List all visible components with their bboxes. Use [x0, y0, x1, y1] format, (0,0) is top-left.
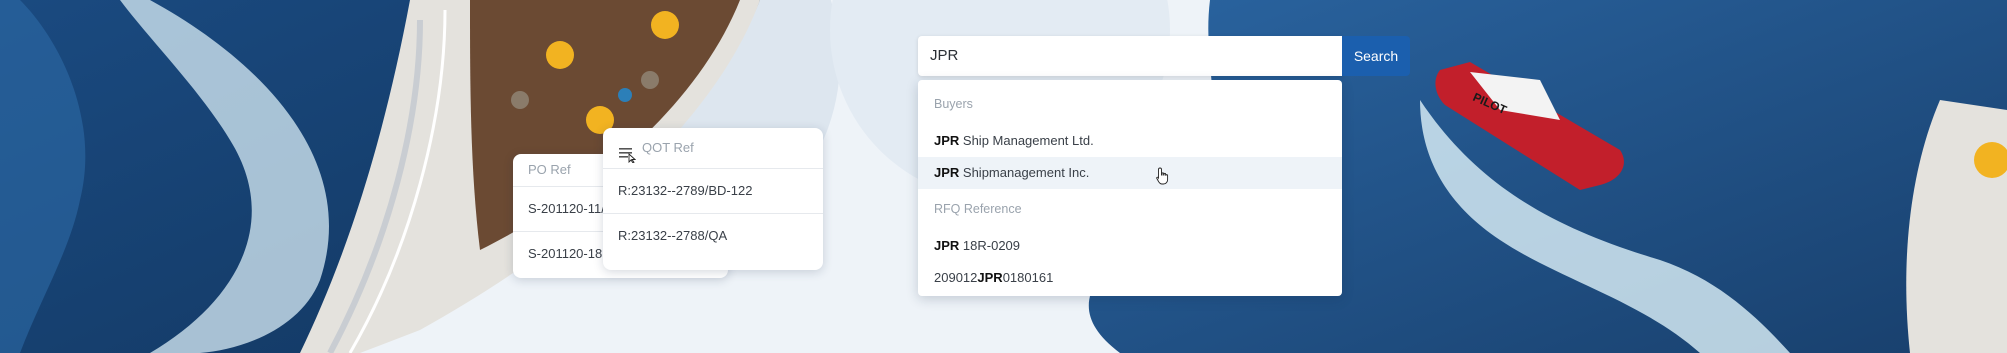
search-suggestions-dropdown: Buyers JPR Ship Management Ltd. JPR Ship…: [918, 80, 1342, 296]
umbrella: [546, 41, 574, 69]
match-text: JPR: [934, 165, 960, 180]
section-title-buyers: Buyers: [934, 97, 973, 111]
suggestion-option-highlighted[interactable]: JPR Shipmanagement Inc.: [918, 157, 1342, 189]
suggestion-option[interactable]: JPR Ship Management Ltd.: [918, 125, 1342, 157]
option-prefix: 209012: [934, 270, 978, 285]
option-text: 18R-0209: [959, 238, 1021, 253]
table: [641, 71, 659, 89]
table: [511, 91, 529, 109]
match-text: JPR: [934, 133, 960, 148]
qot-ref-card: QOT Ref R:23132--2789/BD-122 R:23132--27…: [603, 128, 823, 270]
filter-list-icon[interactable]: [618, 139, 637, 164]
option-text: Ship Management Ltd.: [959, 133, 1094, 148]
qot-ref-header: QOT Ref: [603, 128, 823, 168]
search-button[interactable]: Search: [1342, 36, 1410, 76]
match-text: JPR: [977, 270, 1003, 285]
search-input[interactable]: JPR: [918, 36, 1342, 76]
qot-ref-row[interactable]: R:23132--2789/BD-122: [603, 168, 823, 213]
option-text: Shipmanagement Inc.: [959, 165, 1090, 180]
section-title-rfq: RFQ Reference: [934, 202, 1022, 216]
hand-cursor-icon: [1156, 165, 1170, 197]
qot-ref-row[interactable]: R:23132--2788/QA: [603, 213, 823, 258]
person: [618, 88, 632, 102]
umbrella: [651, 11, 679, 39]
suggestion-option[interactable]: 209012JPR0180161: [918, 262, 1342, 294]
match-text: JPR: [934, 238, 960, 253]
qot-ref-label: QOT Ref: [642, 140, 694, 155]
suggestion-option[interactable]: JPR 18R-0209: [918, 230, 1342, 262]
option-text: 0180161: [1002, 270, 1054, 285]
